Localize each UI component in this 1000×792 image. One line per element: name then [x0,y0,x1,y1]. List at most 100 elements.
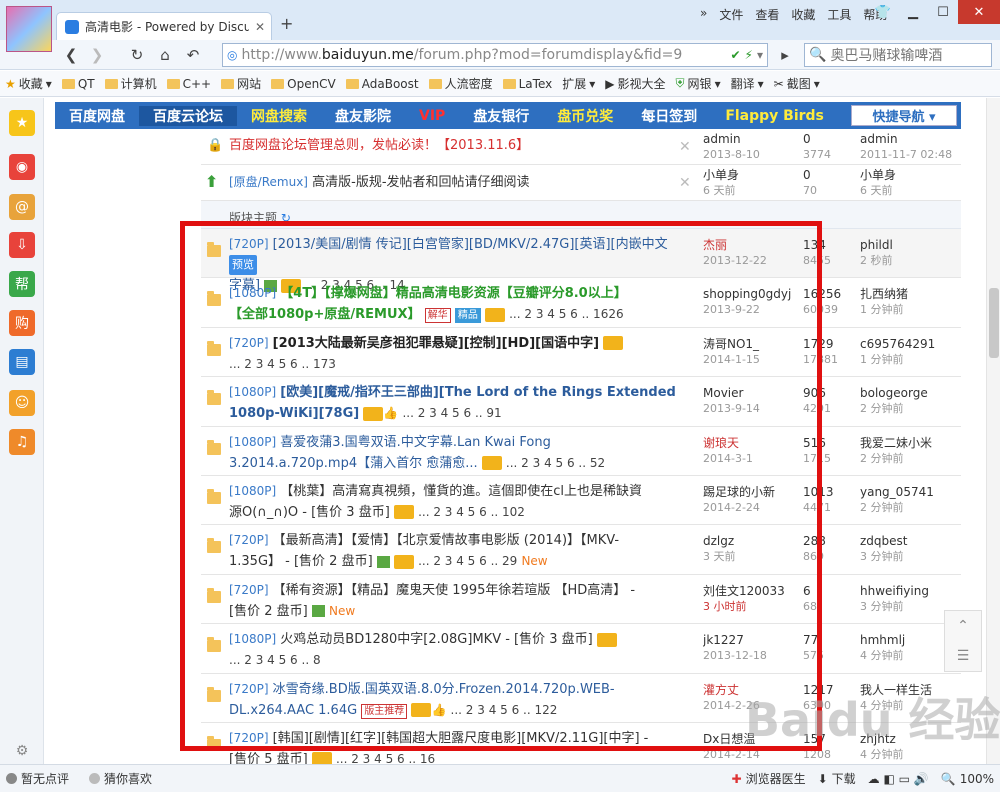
pinned-row[interactable]: 🔒 百度网盘论坛管理总则，发帖必读！【2013.11.6】 ✕ admin 201… [201,129,961,165]
menu-favorites[interactable]: 收藏 [791,6,815,23]
pinned-row[interactable]: ⬆ [原盘/Remux] 高清版-版规-发帖者和回帖请仔细阅读 ✕ 小单身 6 天… [201,165,961,201]
hot-icon [596,632,617,647]
vertical-scrollbar[interactable] [986,98,1000,764]
speedup-icon[interactable]: ⚡ [745,48,753,62]
hot-icon [393,505,414,520]
bookmark-folder[interactable]: C++ [162,77,217,91]
mail-icon[interactable]: @ [9,194,35,220]
count-cell: 1729 17881 [803,336,838,366]
thread-row[interactable]: [1080P] 火鸡总动员BD1280中字[2.08G]MKV - [售价 3 … [201,624,961,674]
thread-row[interactable]: [720P] 【稀有资源】【精品】魔鬼天使 1995年徐若瑄版 【HD高清】 -… [201,575,961,625]
hot-icon [484,307,505,322]
back-icon[interactable]: ❮ [60,44,82,66]
verified-shield-icon[interactable]: ✔ [730,48,740,62]
zoom-level[interactable]: 🔍 100% [935,772,1000,786]
download-icon[interactable]: ⇩ [9,232,35,258]
close-icon[interactable]: ✕ [679,139,691,155]
quick-nav-button[interactable]: 快捷导航 ▾ [851,105,957,126]
status-icons[interactable]: ☁ ◧ ▭ 🔊 [862,772,935,786]
nav-vip[interactable]: VIP [405,108,459,124]
favorites-star-icon[interactable]: ★ [9,110,35,136]
back-to-top-icon[interactable]: ⌃ [945,611,981,641]
url-text[interactable]: http://www.baiduyun.me/forum.php?mod=for… [241,47,726,63]
last-post-cell: admin 2011-11-7 02:48 [860,132,953,161]
nav-search[interactable]: 网盘搜索 [237,106,321,126]
nav-checkin[interactable]: 每日签到 [627,106,711,126]
scrollbar-thumb[interactable] [989,288,999,358]
expand-icon[interactable]: » [700,6,707,23]
bookmark-folder[interactable]: LaTex [498,77,558,91]
author-cell: shopping0gdyj 2013-9-22 [703,287,792,317]
refresh-icon[interactable]: ↻ [281,211,291,225]
nav-exchange[interactable]: 盘币兑奖 [543,106,627,126]
settings-gear-icon[interactable]: ⚙ [9,738,35,764]
thread-list: 🔒 百度网盘论坛管理总则，发帖必读！【2013.11.6】 ✕ admin 201… [201,129,961,764]
thread-subject: [720P] 冰雪奇缘.BD版.国英双语.8.0分.Frozen.2014.72… [229,681,615,719]
go-icon[interactable]: ▸ [774,44,796,66]
tab-close-icon[interactable]: ✕ [255,20,271,34]
bookmark-folder[interactable]: 网站 [216,75,266,92]
nav-forum[interactable]: 百度云论坛 [139,105,237,126]
download-status[interactable]: ⬇ 下载 [812,770,862,787]
recommend-status[interactable]: 猜你喜欢 [83,770,158,787]
forward-icon[interactable]: ❯ [86,44,108,66]
maximize-button[interactable]: ☐ [928,0,958,24]
thread-row[interactable]: [720P] [2013/美国/剧情 传记][白宫管家][BD/MKV/2.47… [201,229,961,293]
book-icon[interactable]: ▤ [9,349,35,375]
translate-button[interactable]: 翻译 ▾ [726,75,769,92]
weibo-icon[interactable]: ◉ [9,154,35,180]
address-bar[interactable]: ◎ http://www.baiduyun.me/forum.php?mod=f… [222,43,768,67]
menu-view[interactable]: 查看 [755,6,779,23]
nav-cinema[interactable]: 盘友影院 [321,106,405,126]
music-icon[interactable]: ♫ [9,429,35,455]
browser-tab[interactable]: 高清电影 - Powered by Discuz! ✕ [56,12,272,40]
navigation-bar: ❮ ❯ ↻ ⌂ ↶ ◎ http://www.baiduyun.me/forum… [0,40,1000,70]
bookmark-folder[interactable]: OpenCV [266,77,341,91]
folder-icon [207,538,221,554]
menu-file[interactable]: 文件 [719,6,743,23]
nav-baidu-pan[interactable]: 百度网盘 [55,106,139,126]
thread-row[interactable]: [1080P] 【4T】【撑爆网盘】精品高清电影资源【豆瓣评分8.0以上】 【全… [201,278,961,328]
thread-row[interactable]: [1080P] 【桃葉】高清寫真視頻，懂貨的進。這個即使在cl上也是稀缺資 源O… [201,476,961,526]
bookmark-folder[interactable]: AdaBoost [341,77,424,91]
video-button[interactable]: ▶ 影视大全 [600,75,670,92]
search-input[interactable]: 🔍 奥巴马赌球输啤酒 [804,43,992,67]
shopping-icon[interactable]: 购 [9,310,35,336]
browser-doctor[interactable]: ✚ 浏览器医生 [726,770,812,787]
plus-icon: ✚ [731,771,742,786]
comments-status[interactable]: 暂无点评 [0,770,75,787]
thread-row[interactable]: [1080P] 喜爱夜蒲3.国粤双语.中文字幕.Lan Kwai Fong 3.… [201,427,961,476]
thread-title[interactable]: [原盘/Remux] 高清版-版规-发帖者和回帖请仔细阅读 [229,172,689,193]
undo-icon[interactable]: ↶ [182,44,204,66]
dropdown-icon[interactable]: ▾ [757,48,763,62]
menu-tools[interactable]: 工具 [827,6,851,23]
extensions-button[interactable]: 扩展 ▾ [557,75,600,92]
bookmark-favorites[interactable]: ★ 收藏 ▾ [0,75,57,92]
game-icon[interactable]: ☺ [9,390,35,416]
minimize-button[interactable]: ▁ [898,0,928,24]
thread-row[interactable]: [1080P] [欧美][魔戒/指环王三部曲][The Lord of the … [201,377,961,427]
preview-badge[interactable]: 预览 [229,255,257,275]
bookmarks-bar: ★ 收藏 ▾ QT 计算机 C++ 网站 OpenCV AdaBoost 人流密度… [0,71,1000,97]
bookmark-folder[interactable]: QT [57,77,100,91]
thread-row[interactable]: [720P] 【最新高清】【爱情】【北京爱情故事电影版 (2014)】【MKV-… [201,525,961,575]
close-icon[interactable]: ✕ [679,175,691,191]
screenshot-button[interactable]: ✂ 截图 ▾ [769,75,825,92]
bookmark-folder[interactable]: 人流密度 [424,75,498,92]
bookmark-folder[interactable]: 计算机 [100,75,162,92]
site-favicon-icon [65,19,79,34]
help-icon[interactable]: 帮 [9,271,35,297]
thread-row[interactable]: [720P] [2013大陆最新吴彦祖犯罪悬疑][控制][HD][国语中字] .… [201,328,961,378]
list-icon[interactable]: ☰ [945,641,981,671]
skin-icon[interactable]: 👕 [868,0,898,24]
refresh-icon[interactable]: ↻ [126,44,148,66]
browser-logo-avatar[interactable] [6,6,52,52]
thread-title[interactable]: 百度网盘论坛管理总则，发帖必读！【2013.11.6】 [229,136,689,156]
close-window-button[interactable]: ✕ [958,0,1000,24]
home-icon[interactable]: ⌂ [154,44,176,66]
nav-flappy[interactable]: Flappy Birds [711,108,838,124]
window-controls: 👕 ▁ ☐ ✕ [868,0,1000,24]
new-tab-button[interactable]: + [280,14,293,33]
nav-bank[interactable]: 盘友银行 [459,106,543,126]
bank-button[interactable]: ⛨ 网银 ▾ [671,75,726,92]
